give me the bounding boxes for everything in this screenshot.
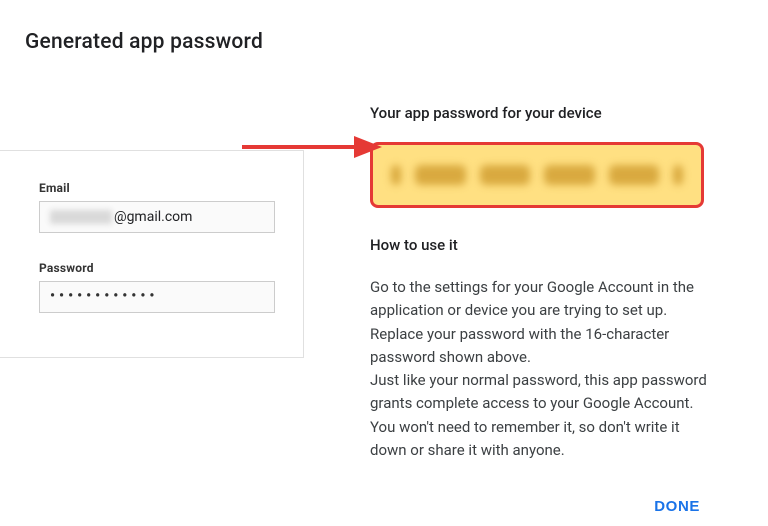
password-field[interactable]: •••••••••••• (39, 281, 275, 313)
email-field[interactable]: @gmail.com (39, 201, 275, 233)
password-redacted-icon (609, 165, 660, 185)
password-redacted-icon (544, 165, 595, 185)
done-button[interactable]: DONE (644, 492, 710, 521)
email-redacted-icon (50, 210, 112, 224)
password-redacted-icon (391, 165, 401, 185)
instructions-para-1: Go to the settings for your Google Accou… (370, 278, 694, 366)
app-password-box (370, 142, 704, 208)
password-label: Password (39, 261, 275, 275)
password-redacted-icon (673, 165, 683, 185)
instructions-text: Go to the settings for your Google Accou… (370, 276, 710, 462)
page-title: Generated app password (0, 0, 768, 54)
email-suffix: @gmail.com (114, 209, 192, 225)
how-to-heading: How to use it (370, 236, 748, 254)
login-preview-card: Email @gmail.com Password •••••••••••• (0, 150, 304, 358)
instructions-para-2: Just like your normal password, this app… (370, 371, 707, 459)
password-redacted-icon (480, 165, 531, 185)
password-redacted-icon (415, 165, 466, 185)
email-label: Email (39, 181, 275, 195)
app-password-heading: Your app password for your device (370, 104, 748, 122)
